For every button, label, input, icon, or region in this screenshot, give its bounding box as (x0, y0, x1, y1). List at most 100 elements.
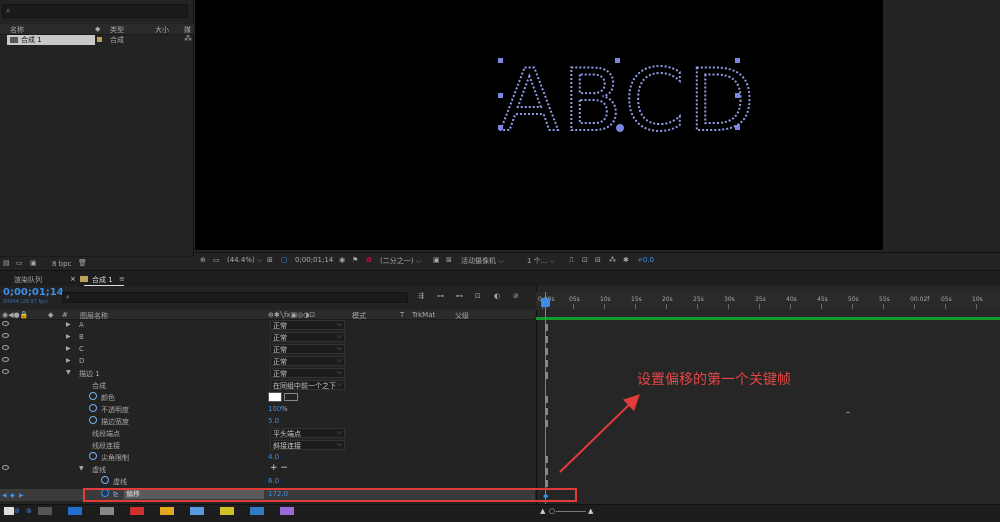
stopwatch-icon[interactable] (89, 404, 97, 412)
comp-mini-flowchart-icon[interactable]: ⇶ (418, 292, 424, 300)
layer-row-c[interactable]: ▶ C 正常 (0, 344, 535, 356)
viewer-timecode[interactable]: 0;00;01;14 (295, 256, 333, 264)
timeline-search-input[interactable]: ⌕ (62, 292, 408, 303)
flowchart-icon[interactable]: ⁂ (609, 256, 616, 264)
tab-comp-1[interactable]: 合成 1 (92, 275, 113, 285)
dashes-group-row[interactable]: ▼ 虚线 + − (0, 463, 535, 476)
layer-duration-bar[interactable] (545, 360, 548, 367)
taskbar-after-effects-icon[interactable] (280, 507, 294, 515)
taskbar-app-icon[interactable] (220, 507, 234, 515)
project-item-row[interactable]: 合成 1 合成 ⁂ (0, 34, 194, 45)
layer-duration-bar[interactable] (545, 336, 548, 343)
layer-duration-bar[interactable] (545, 396, 548, 403)
line-join-row[interactable]: 线段连接 斜接连接 (0, 440, 535, 452)
taskbar-app-icon[interactable] (130, 507, 144, 515)
blend-mode-select[interactable]: 正常 (270, 368, 345, 378)
expand-arrow-icon[interactable]: ▶ (66, 321, 71, 328)
timeline-timecode[interactable]: 0;00;01;14 (3, 287, 64, 298)
av-switches-icon[interactable]: ◉◀●🔒 (2, 311, 28, 319)
region-icon[interactable]: ▣ (433, 256, 440, 264)
zoom-dropdown[interactable]: (44.4%) (227, 256, 262, 265)
stroke-width-row[interactable]: 描边宽度 5.0 (0, 416, 535, 428)
layer-row-d[interactable]: ▶ D 正常 (0, 356, 535, 368)
views-dropdown[interactable]: 1 个... (527, 256, 555, 266)
time-ruler[interactable]: 0:00s05s10s15s20s25s30s35s40s45s50s55s00… (536, 292, 1000, 310)
mask-visibility-icon[interactable]: ▢ (281, 256, 288, 264)
opacity-row[interactable]: 不透明度 100 % (0, 404, 535, 416)
resolution-dropdown[interactable]: (二分之一) (380, 256, 421, 266)
camera-dropdown[interactable]: 活动摄像机 (461, 256, 504, 266)
layer-row-b[interactable]: ▶ B 正常 (0, 332, 535, 344)
blend-mode-select[interactable]: 正常 (270, 344, 345, 354)
line-cap-select[interactable]: 平头端点 (270, 428, 345, 438)
add-remove-dash-buttons[interactable]: + − (270, 463, 288, 473)
channel-icon[interactable]: ✿ (366, 256, 372, 264)
layer-duration-bar[interactable] (545, 348, 548, 355)
timeline-icon[interactable]: ⊡ (582, 256, 588, 264)
next-keyframe-icon[interactable]: ▶ (19, 492, 24, 499)
layer-duration-bar[interactable] (545, 408, 548, 415)
eye-icon[interactable] (2, 333, 9, 338)
zoom-in-icon[interactable]: ▲ (588, 507, 593, 515)
stopwatch-icon[interactable] (89, 416, 97, 424)
label-tag-icon[interactable]: ◆ (95, 25, 100, 33)
stopwatch-icon[interactable] (89, 392, 97, 400)
zoom-slider-handle[interactable]: ○ (549, 507, 555, 515)
taskbar-app-icon[interactable] (190, 507, 204, 515)
stopwatch-icon[interactable] (89, 452, 97, 460)
shy-icon[interactable]: ⊷ (456, 292, 463, 300)
taskbar-app-icon[interactable] (38, 507, 52, 515)
eye-icon[interactable] (2, 465, 9, 470)
comp-flowchart-icon[interactable]: ⊟ (595, 256, 601, 264)
graph-editor-icon[interactable]: ⊘ (513, 292, 519, 300)
expand-arrow-icon[interactable]: ▶ (66, 333, 71, 340)
eye-icon[interactable] (2, 369, 9, 374)
transparency-grid-icon[interactable]: ⊠ (446, 256, 452, 264)
motion-blur-icon[interactable]: ◐ (494, 292, 500, 300)
bpc-label[interactable]: 8 bpc (52, 260, 71, 268)
snapshot-icon[interactable]: ◉ (339, 256, 345, 264)
eyedropper-icon[interactable] (284, 393, 298, 401)
eye-icon[interactable] (2, 321, 9, 326)
collapse-arrow-icon[interactable]: ▼ (79, 465, 84, 472)
playhead-handle[interactable] (541, 298, 550, 307)
column-t[interactable]: T (400, 311, 404, 319)
tab-render-queue[interactable]: 渲染队列 (14, 275, 42, 285)
trash-icon[interactable]: 🗑 (78, 259, 87, 267)
taskbar-app-icon[interactable] (68, 507, 82, 515)
color-row[interactable]: 颜色 (0, 392, 535, 404)
grid-icon[interactable]: ⊞ (267, 256, 273, 264)
toggle-inout-icon[interactable]: ⊚ (26, 507, 32, 515)
fast-preview-icon[interactable]: ⎍ (569, 256, 574, 265)
label-column-icon[interactable]: ◆ (48, 311, 53, 319)
composition-canvas[interactable]: ABCD (195, 0, 883, 250)
interpret-footage-icon[interactable]: ▤ (3, 259, 10, 267)
miter-limit-value[interactable]: 4.0 (268, 453, 279, 461)
line-join-select[interactable]: 斜接连接 (270, 440, 345, 450)
layer-duration-bar[interactable] (545, 468, 548, 475)
monitor-icon[interactable]: ▭ (213, 256, 220, 264)
zoom-out-icon[interactable]: ▲ (540, 507, 545, 515)
layer-row-a[interactable]: ▶ A 正常 (0, 320, 535, 332)
toggle-modes-icon[interactable]: ⊘ (14, 507, 20, 515)
layer-duration-bar[interactable] (545, 372, 548, 379)
zoom-slider[interactable] (556, 511, 586, 512)
stroke-group-row[interactable]: ▼ 描边 1 正常 (0, 368, 535, 380)
show-snapshot-icon[interactable]: ⚑ (352, 256, 358, 264)
expand-arrow-icon[interactable]: ▶ (66, 357, 71, 364)
new-folder-icon[interactable]: ▭ (16, 259, 23, 267)
layer-duration-bar[interactable] (545, 420, 548, 427)
line-cap-row[interactable]: 线段端点 平头端点 (0, 428, 535, 440)
taskbar-app-icon[interactable] (160, 507, 174, 515)
color-swatch[interactable] (268, 392, 282, 402)
close-tab-icon[interactable]: × (70, 275, 76, 283)
frame-blend-icon[interactable]: ⊡ (475, 292, 481, 300)
switches-icons[interactable]: ⊕✱╲fx▣◎◑⊡ (268, 311, 315, 319)
collapse-arrow-icon[interactable]: ▼ (66, 369, 71, 376)
taskbar-app-icon[interactable] (100, 507, 114, 515)
column-type[interactable]: 类型 (110, 25, 124, 35)
stopwatch-icon[interactable] (101, 476, 109, 484)
new-comp-icon[interactable]: ▣ (30, 259, 37, 267)
eye-icon[interactable] (2, 357, 9, 362)
add-keyframe-icon[interactable]: ◆ (10, 492, 15, 499)
